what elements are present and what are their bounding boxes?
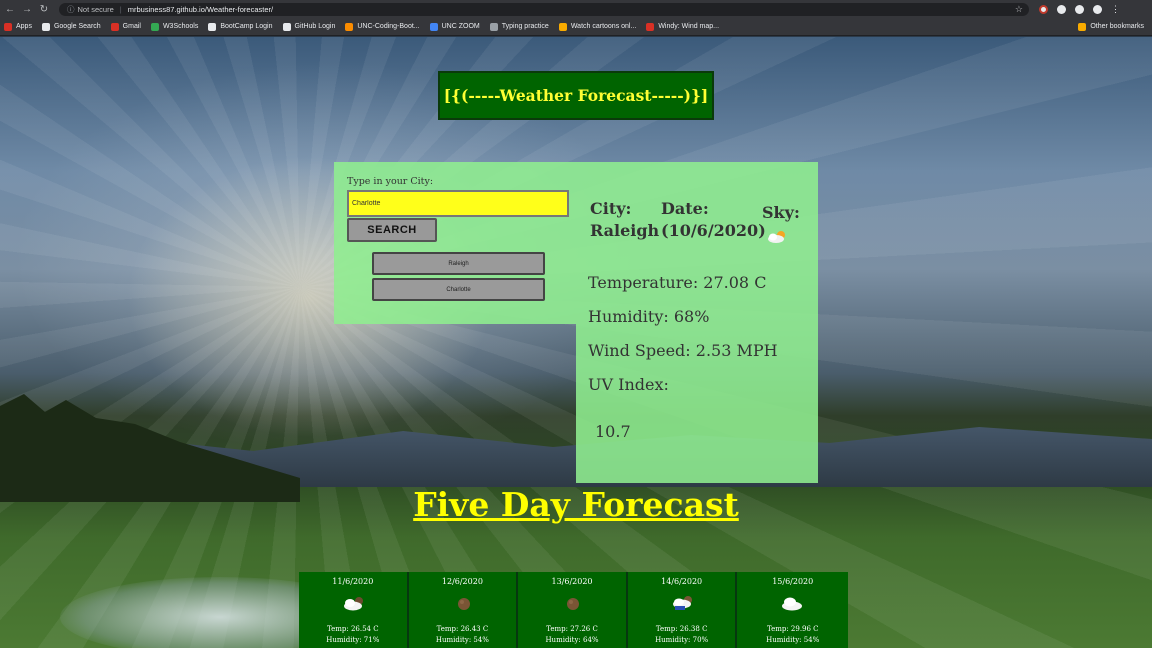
current-weather-panel: City: Raleigh Date: (10/6/2020) Sky: Tem… xyxy=(576,162,818,483)
bookmark-google-search[interactable]: Google Search xyxy=(41,22,101,31)
cartoon-icon xyxy=(558,22,567,31)
google-icon xyxy=(41,22,50,31)
five-day-forecast: 11/6/2020 Temp: 26.54 C Humidity: 71% 12… xyxy=(299,572,849,648)
extensions-area: ⋮ xyxy=(1039,4,1120,15)
bootcamp-icon xyxy=(208,22,217,31)
forecast-card: 11/6/2020 Temp: 26.54 C Humidity: 71% xyxy=(299,572,407,648)
windy-icon xyxy=(646,22,655,31)
forecast-card: 13/6/2020 Temp: 27.26 C Humidity: 64% xyxy=(518,572,626,648)
info-icon[interactable]: ⓘ xyxy=(67,4,75,15)
forecast-date: 12/6/2020 xyxy=(441,577,483,586)
bookmark-gmail[interactable]: Gmail xyxy=(110,22,141,31)
partly-cloudy-icon xyxy=(768,231,785,243)
forecast-temp: Temp: 26.54 C xyxy=(327,625,379,633)
address-bar[interactable]: ⓘ Not secure | mrbusiness87.github.io/We… xyxy=(59,2,1029,16)
wind-speed-text: Wind Speed: 2.53 MPH xyxy=(588,341,778,360)
city-input-label: Type in your City: xyxy=(347,176,434,187)
humidity-text: Humidity: 68% xyxy=(588,307,710,326)
bookmark-star-icon[interactable]: ☆ xyxy=(1015,4,1023,15)
history-button-raleigh[interactable]: Raleigh xyxy=(372,252,545,275)
browser-toolbar: ← → ↻ ⓘ Not secure | mrbusiness87.github… xyxy=(0,0,1152,18)
city-label: City: xyxy=(590,199,632,218)
bookmark-other[interactable]: Other bookmarks xyxy=(1078,22,1144,31)
forecast-card: 14/6/2020 Temp: 26.38 C Humidity: 70% xyxy=(627,572,736,648)
bookmark-bootcamp[interactable]: BootCamp Login xyxy=(208,22,273,31)
divider: | xyxy=(119,4,122,14)
search-button[interactable]: SEARCH xyxy=(347,218,437,242)
forecast-temp: Temp: 26.38 C xyxy=(655,625,708,633)
gitlab-icon xyxy=(345,22,354,31)
forecast-card: 12/6/2020 Temp: 26.43 C Humidity: 54% xyxy=(408,572,517,648)
gmail-icon xyxy=(110,22,119,31)
bookmark-unc-coding[interactable]: UNC-Coding-Boot... xyxy=(345,22,420,31)
folder-icon xyxy=(1078,22,1087,31)
bookmark-w3schools[interactable]: W3Schools xyxy=(150,22,198,31)
url-text: mrbusiness87.github.io/Weather-forecaste… xyxy=(127,4,274,14)
forward-icon[interactable]: → xyxy=(20,4,34,15)
bookmark-typing[interactable]: Typing practice xyxy=(489,22,549,31)
menu-icon[interactable]: ⋮ xyxy=(1111,4,1120,15)
rain-cloud-icon xyxy=(672,596,692,610)
puzzle-icon[interactable] xyxy=(1075,4,1084,14)
forecast-humidity: Humidity: 54% xyxy=(766,636,820,644)
forecast-date: 14/6/2020 xyxy=(661,577,703,586)
forecast-humidity: Humidity: 70% xyxy=(655,636,709,644)
w3schools-icon xyxy=(150,22,159,31)
cloud-icon xyxy=(782,597,803,611)
reload-icon[interactable]: ↻ xyxy=(37,4,51,15)
profile-icon[interactable] xyxy=(1093,4,1102,14)
five-day-title: Five Day Forecast xyxy=(413,485,739,524)
search-panel: Type in your City: SEARCH Raleigh Charlo… xyxy=(334,162,576,324)
forecast-temp: Temp: 26.43 C xyxy=(436,625,489,633)
github-icon xyxy=(282,22,291,31)
app-title: [{(-----Weather Forecast-----)}] xyxy=(443,86,709,105)
temperature-text: Temperature: 27.08 C xyxy=(588,273,767,292)
city-input[interactable] xyxy=(347,190,569,217)
back-icon[interactable]: ← xyxy=(3,4,17,15)
forecast-temp: Temp: 27.26 C xyxy=(546,625,598,633)
sky-label: Sky: xyxy=(762,203,800,222)
extension-icon[interactable] xyxy=(1039,4,1048,14)
zoom-icon xyxy=(429,22,438,31)
forecast-humidity: Humidity: 64% xyxy=(545,636,599,644)
partly-cloudy-icon xyxy=(344,597,363,611)
apps-icon xyxy=(4,22,12,31)
date-label: Date: xyxy=(661,199,709,218)
date-heading: Date: (10/6/2020) xyxy=(661,198,766,242)
forecast-humidity: Humidity: 71% xyxy=(326,636,380,644)
bookmarks-bar: Apps Google Search Gmail W3Schools BootC… xyxy=(0,18,1152,36)
bookmark-unc-zoom[interactable]: UNC ZOOM xyxy=(429,22,480,31)
forecast-date: 13/6/2020 xyxy=(551,577,593,586)
forecast-card: 15/6/2020 Temp: 29.96 C Humidity: 54% xyxy=(737,572,849,648)
extension-icon[interactable] xyxy=(1057,4,1066,14)
moon-icon xyxy=(567,598,580,610)
forecast-date: 15/6/2020 xyxy=(772,577,814,586)
forecast-humidity: Humidity: 54% xyxy=(435,636,489,644)
uv-index-value: 10.7 xyxy=(595,422,631,441)
typing-icon xyxy=(489,22,498,31)
bookmark-github[interactable]: GitHub Login xyxy=(282,22,335,31)
city-heading: City: Raleigh xyxy=(590,198,659,242)
moon-icon xyxy=(457,598,470,610)
app-title-box: [{(-----Weather Forecast-----)}] xyxy=(438,71,714,120)
security-label: Not secure xyxy=(77,4,114,14)
bookmark-cartoons[interactable]: Watch cartoons onl... xyxy=(558,22,636,31)
bookmark-windy[interactable]: Windy: Wind map... xyxy=(646,22,719,31)
forecast-temp: Temp: 29.96 C xyxy=(766,625,819,633)
bookmark-apps[interactable]: Apps xyxy=(4,22,32,31)
date-value: (10/6/2020) xyxy=(661,221,766,240)
history-button-charlotte[interactable]: Charlotte xyxy=(372,278,545,301)
uv-index-label: UV Index: xyxy=(588,375,669,394)
city-name: Raleigh xyxy=(590,221,660,240)
forecast-date: 11/6/2020 xyxy=(332,577,374,586)
